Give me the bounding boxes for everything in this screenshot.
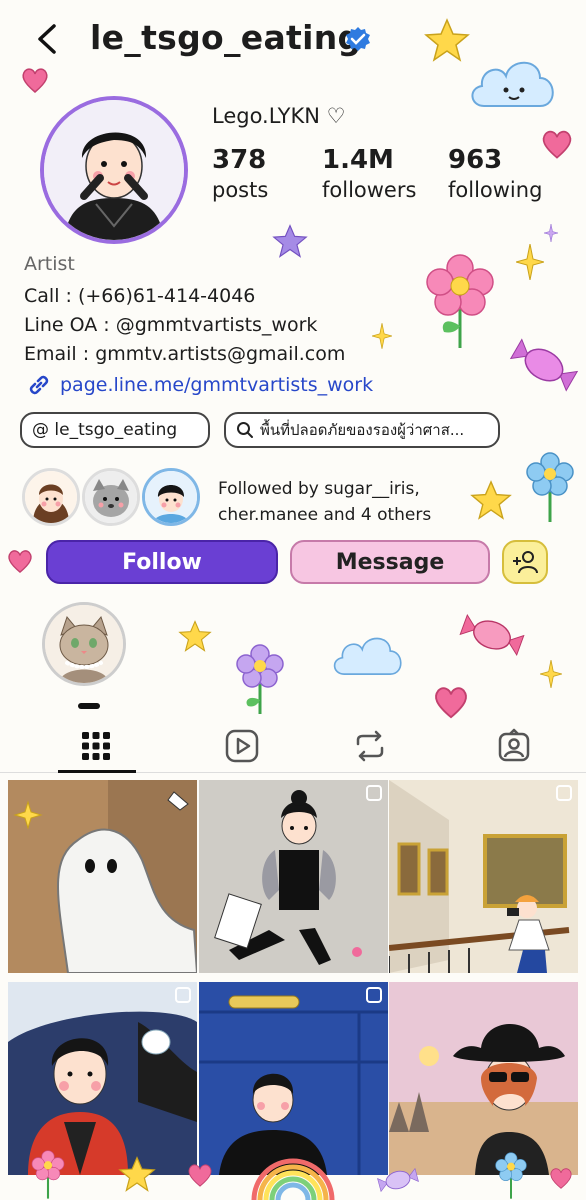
star-doodle-icon xyxy=(470,480,512,520)
threads-pill-label: @ le_tsgo_eating xyxy=(32,420,178,440)
girl-avatar-icon xyxy=(25,471,77,523)
stat-posts-number: 378 xyxy=(212,145,267,175)
flower-doodle-icon xyxy=(495,1152,527,1199)
back-arrow-icon[interactable] xyxy=(30,22,64,56)
profile-link[interactable]: page.line.me/gmmtvartists_work xyxy=(26,372,373,398)
cowboy-post-image xyxy=(389,982,578,1175)
fashion-post-image xyxy=(199,780,388,973)
heart-doodle-icon xyxy=(8,550,32,574)
follower-avatar-1[interactable] xyxy=(22,468,80,526)
sparkle-doodle-icon xyxy=(516,244,544,280)
follower-avatar-2[interactable] xyxy=(82,468,140,526)
profile-link-text: page.line.me/gmmtvartists_work xyxy=(60,374,374,396)
bio-line-call: Call : (+66)61-414-4046 xyxy=(24,285,256,307)
profile-category: Artist xyxy=(24,253,75,275)
highlight-indicator xyxy=(78,703,100,709)
sparkle-doodle-icon xyxy=(372,323,392,349)
post-thumbnail[interactable] xyxy=(8,780,197,973)
stat-followers[interactable]: 1.4M followers xyxy=(322,145,416,205)
link-icon xyxy=(29,375,49,395)
story-highlight[interactable] xyxy=(42,602,126,686)
reposts-tab-icon[interactable] xyxy=(350,726,390,766)
blue-wall-post-image xyxy=(199,982,388,1175)
bio-line-line-oa: Line OA : @gmmtvartists_work xyxy=(24,314,318,336)
sparkle-doodle-icon xyxy=(544,224,558,242)
heart-doodle-icon xyxy=(542,130,572,159)
message-button[interactable]: Message xyxy=(290,540,490,584)
stat-followers-number: 1.4M xyxy=(322,145,394,175)
stat-following[interactable]: 963 following xyxy=(448,145,542,205)
active-tab-underline xyxy=(58,770,136,773)
follow-button[interactable]: Follow xyxy=(46,540,278,584)
star-doodle-icon xyxy=(272,224,308,258)
stat-followers-label: followers xyxy=(322,178,417,202)
reels-tab-icon[interactable] xyxy=(222,726,262,766)
museum-post-image xyxy=(389,780,578,973)
post-thumbnail[interactable] xyxy=(199,780,388,973)
threads-username-pill[interactable]: @ le_tsgo_eating xyxy=(20,412,210,448)
search-pill-label: พื้นที่ปลอดภัยของรองผู้ว่าศาส... xyxy=(260,421,465,439)
flower-doodle-icon xyxy=(426,254,494,348)
verified-badge-icon xyxy=(346,27,370,51)
rainbow-doodle-icon xyxy=(251,1158,335,1200)
followed-by-line-2: cher.manee and 4 others xyxy=(218,505,432,525)
add-person-icon xyxy=(513,551,538,574)
followed-by-line-1: Followed by sugar__iris, xyxy=(218,479,420,499)
star-doodle-icon xyxy=(424,18,470,62)
stat-posts[interactable]: 378 posts xyxy=(212,145,268,205)
flower-doodle-icon xyxy=(526,452,574,522)
post-thumbnail[interactable] xyxy=(389,780,578,973)
candy-doodle-icon xyxy=(509,338,579,392)
avatar-drawing-icon xyxy=(44,100,184,240)
search-icon xyxy=(237,422,253,438)
profile-username: le_tsgo_eating xyxy=(90,18,362,57)
star-doodle-icon xyxy=(118,1156,156,1192)
display-name: Lego.LYKN ♡ xyxy=(212,104,346,128)
heart-doodle-icon xyxy=(22,68,48,93)
stat-posts-label: posts xyxy=(212,178,269,202)
bio-line-email: Email : gmmtv.artists@gmail.com xyxy=(24,343,346,365)
cat-highlight-icon xyxy=(45,605,123,683)
star-doodle-icon xyxy=(178,620,212,652)
grid-tab-icon[interactable] xyxy=(76,726,116,766)
cloud-doodle-icon xyxy=(471,61,554,107)
heart-doodle-icon xyxy=(435,687,467,719)
flower-doodle-icon xyxy=(236,644,284,714)
add-person-button[interactable] xyxy=(502,540,548,584)
sparkle-doodle-icon xyxy=(540,660,562,688)
followed-by-text[interactable]: Followed by sugar__iris, cher.manee and … xyxy=(218,476,431,528)
search-suggestion-pill[interactable]: พื้นที่ปลอดภัยของรองผู้ว่าศาส... xyxy=(224,412,500,448)
boy-avatar-icon xyxy=(145,471,197,523)
stat-following-label: following xyxy=(448,178,543,202)
car-post-image xyxy=(8,982,197,1175)
dog-avatar-icon xyxy=(85,471,137,523)
post-thumbnail[interactable] xyxy=(8,982,197,1175)
tagged-tab-icon[interactable] xyxy=(494,726,534,766)
post-thumbnail[interactable] xyxy=(389,982,578,1175)
heart-doodle-icon xyxy=(550,1168,572,1189)
post-thumbnail[interactable] xyxy=(199,982,388,1175)
profile-avatar[interactable] xyxy=(40,96,188,244)
flower-doodle-icon xyxy=(31,1150,65,1199)
heart-doodle-icon xyxy=(188,1164,212,1187)
candy-doodle-icon xyxy=(459,613,525,657)
follower-avatar-3[interactable] xyxy=(142,468,200,526)
ghost-post-image xyxy=(8,780,197,973)
cloud-doodle-icon xyxy=(333,637,402,675)
stat-following-number: 963 xyxy=(448,145,503,175)
candy-doodle-icon xyxy=(377,1167,419,1193)
